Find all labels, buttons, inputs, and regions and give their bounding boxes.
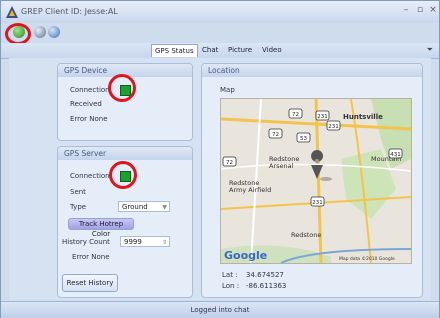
route-shield: 231 — [328, 124, 339, 130]
server-type-label: Type — [70, 203, 87, 211]
status-bar: Logged into chat — [1, 301, 439, 318]
gps-server-title: GPS Server — [58, 147, 192, 160]
server-connection-label: Connection — [70, 172, 110, 180]
app-window: GREP Client ID: Jesse:AL – ▫ × GPS Statu… — [0, 0, 440, 318]
window-title: GREP Client ID: Jesse:AL — [21, 7, 118, 16]
server-error-label: Error None — [72, 253, 110, 261]
pin-icon[interactable]: ⏷ — [427, 45, 433, 55]
lat-value: 34.674527 — [246, 271, 284, 279]
map-canvas: 72 72 231 53 72 431 231 231 Huntsville R… — [221, 99, 411, 263]
google-logo: Google — [224, 249, 267, 262]
quick-toolbar — [1, 23, 439, 45]
reset-history-button[interactable]: Reset History — [62, 274, 118, 292]
device-error-label: Error None — [70, 115, 108, 123]
chevron-down-icon: ▼ — [162, 204, 167, 211]
lon-label: Lon : — [222, 282, 240, 290]
type-select-value: Ground — [122, 203, 148, 211]
place-label: Mountain — [371, 155, 401, 163]
lat-label: Lat : — [222, 271, 238, 279]
route-shield: 231 — [317, 114, 328, 120]
tab-bar: GPS Status Chat Picture Video ⏷ — [1, 43, 439, 59]
status-text: Logged into chat — [190, 306, 250, 314]
stepper-icon[interactable]: ⇕ — [162, 237, 167, 248]
route-shield: 231 — [312, 200, 323, 206]
title-bar: GREP Client ID: Jesse:AL – ▫ × — [1, 1, 439, 23]
highlight-ring-server — [109, 161, 137, 189]
place-label: Redstone — [291, 231, 321, 239]
place-label: Huntsville — [343, 113, 383, 121]
lon-value: -86.611363 — [246, 282, 287, 290]
tab-picture[interactable]: Picture — [225, 44, 255, 56]
maximize-button[interactable]: ▫ — [413, 5, 427, 17]
server-sent-label: Sent — [70, 188, 86, 196]
app-logo-icon — [6, 6, 18, 18]
map-copyright: Map data ©2010 Google — [339, 255, 395, 262]
history-count-value: 9999 — [124, 238, 142, 246]
tab-gps-status[interactable]: GPS Status — [151, 44, 198, 57]
tab-video[interactable]: Video — [259, 44, 285, 56]
highlight-ring-toolbar — [5, 23, 31, 45]
highlight-ring-device — [108, 74, 136, 102]
device-connection-label: Connection — [70, 86, 110, 94]
location-title: Location — [202, 64, 422, 77]
track-color-button[interactable]: Track Hotrep Color — [68, 218, 134, 238]
device-received-label: Received — [70, 100, 102, 108]
help-icon[interactable] — [48, 26, 60, 38]
history-count-input[interactable]: 9999 ⇕ — [120, 236, 170, 247]
map-label: Map — [220, 86, 235, 94]
close-button[interactable]: × — [426, 5, 440, 17]
minimize-button[interactable]: – — [399, 5, 413, 17]
route-shield: 72 — [292, 112, 299, 118]
map-view[interactable]: 72 72 231 53 72 431 231 231 Huntsville R… — [220, 98, 412, 264]
route-shield: 53 — [300, 136, 307, 142]
type-select[interactable]: Ground ▼ — [118, 201, 170, 212]
route-shield: 72 — [272, 132, 279, 138]
settings-icon[interactable] — [34, 26, 46, 38]
route-shield: 72 — [226, 160, 233, 166]
tab-chat[interactable]: Chat — [199, 44, 221, 56]
history-count-label: History Count — [62, 238, 110, 246]
